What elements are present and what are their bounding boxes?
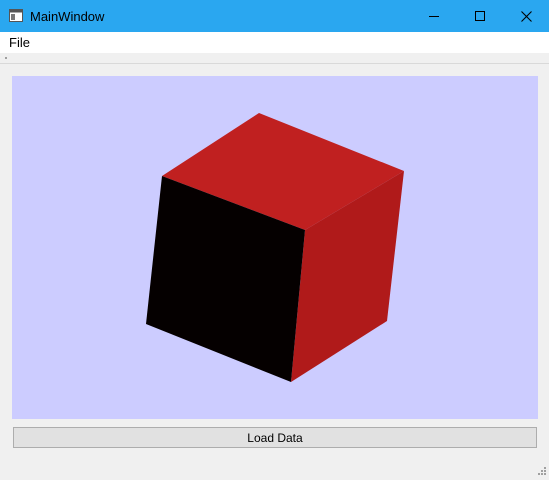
maximize-icon bbox=[475, 11, 485, 21]
toolbar-grip[interactable] bbox=[5, 57, 7, 59]
toolbar-area bbox=[0, 53, 549, 64]
main-window: MainWindow File Load Data bbox=[0, 0, 549, 480]
load-data-button[interactable]: Load Data bbox=[13, 427, 537, 448]
minimize-icon bbox=[429, 16, 439, 17]
cube-scene bbox=[146, 113, 404, 382]
maximize-button[interactable] bbox=[457, 0, 503, 32]
3d-viewport[interactable] bbox=[12, 76, 538, 419]
window-title: MainWindow bbox=[30, 9, 105, 24]
title-bar[interactable]: MainWindow bbox=[0, 0, 549, 32]
close-button[interactable] bbox=[503, 0, 549, 32]
minimize-button[interactable] bbox=[411, 0, 457, 32]
menu-bar: File bbox=[0, 32, 549, 53]
close-icon bbox=[520, 10, 532, 22]
menu-item-file[interactable]: File bbox=[9, 36, 30, 50]
app-window-icon bbox=[9, 9, 23, 22]
resize-grip-icon[interactable] bbox=[535, 466, 547, 478]
